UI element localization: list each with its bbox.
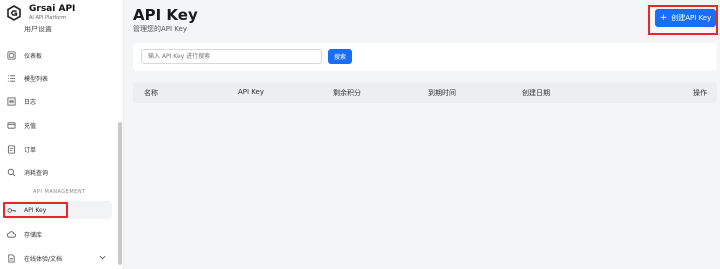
sidebar-item-recharge[interactable]: 充值 <box>4 116 112 134</box>
column-header-api-key: API Key <box>238 88 264 96</box>
section-label-api-management: API MANAGEMENT <box>33 189 86 195</box>
dashboard-icon <box>7 50 16 60</box>
sidebar-item-label: 模型列表 <box>24 75 49 83</box>
sidebar-item-model-list[interactable]: 模型列表 <box>4 69 112 87</box>
create-api-key-button[interactable]: + 创建API Key <box>655 9 716 27</box>
wallet-icon <box>7 121 16 129</box>
create-api-key-label: 创建API Key <box>671 14 712 22</box>
sidebar: Grsai API AI API Platform 用户设置 仪表板 模型列表 … <box>0 0 124 269</box>
cloud-icon <box>7 230 16 238</box>
sidebar-item-storage[interactable]: 存储库 <box>4 225 112 243</box>
brand-title: Grsai API <box>29 4 76 14</box>
sidebar-item-label: 订单 <box>24 146 37 154</box>
column-header-name: 名称 <box>144 89 158 97</box>
sidebar-item-logs[interactable]: 日志 <box>4 92 112 110</box>
sidebar-item-label: 存储库 <box>24 231 43 239</box>
search-button[interactable]: 搜索 <box>328 49 352 64</box>
grsai-logo-icon <box>7 5 21 21</box>
column-header-expiry: 到期时间 <box>428 89 456 97</box>
page-subtitle: 管理您的API Key <box>133 25 187 33</box>
sidebar-item-user-settings[interactable]: 用户设置 <box>24 26 52 32</box>
brand-subtitle: AI API Platform <box>29 15 67 21</box>
page-title: API Key <box>133 6 198 24</box>
highlight-box-api-key <box>3 202 68 218</box>
column-header-actions: 操作 <box>693 89 707 97</box>
sidebar-item-usage-query[interactable]: 消耗查询 <box>4 163 112 181</box>
search-card: 搜索 <box>133 43 717 71</box>
api-key-table-header: 名称 API Key 剩余积分 到期时间 创建日期 操作 <box>133 82 717 103</box>
list-icon <box>7 74 16 82</box>
brand[interactable]: Grsai API AI API Platform <box>6 4 75 22</box>
sidebar-item-label: 充值 <box>24 122 37 130</box>
column-header-remaining-credits: 剩余积分 <box>333 89 361 97</box>
log-icon <box>7 96 16 106</box>
sidebar-item-label: 仪表板 <box>24 52 43 60</box>
sidebar-item-orders[interactable]: 订单 <box>4 140 112 158</box>
sidebar-item-online-docs[interactable]: 在线体验/文档 <box>4 249 112 267</box>
column-header-created-date: 创建日期 <box>522 89 550 97</box>
sidebar-item-label: 日志 <box>24 98 37 106</box>
sidebar-item-dashboard[interactable]: 仪表板 <box>4 46 112 64</box>
sidebar-scrollbar[interactable] <box>118 122 122 265</box>
sidebar-item-label: 在线体验/文档 <box>24 255 63 263</box>
chevron-down-icon[interactable] <box>99 254 106 261</box>
search-input[interactable] <box>141 49 322 64</box>
document-icon <box>8 253 15 263</box>
sidebar-item-label: 消耗查询 <box>24 169 49 177</box>
search-icon <box>7 168 16 176</box>
order-icon <box>7 144 16 154</box>
plus-icon: + <box>659 13 668 23</box>
